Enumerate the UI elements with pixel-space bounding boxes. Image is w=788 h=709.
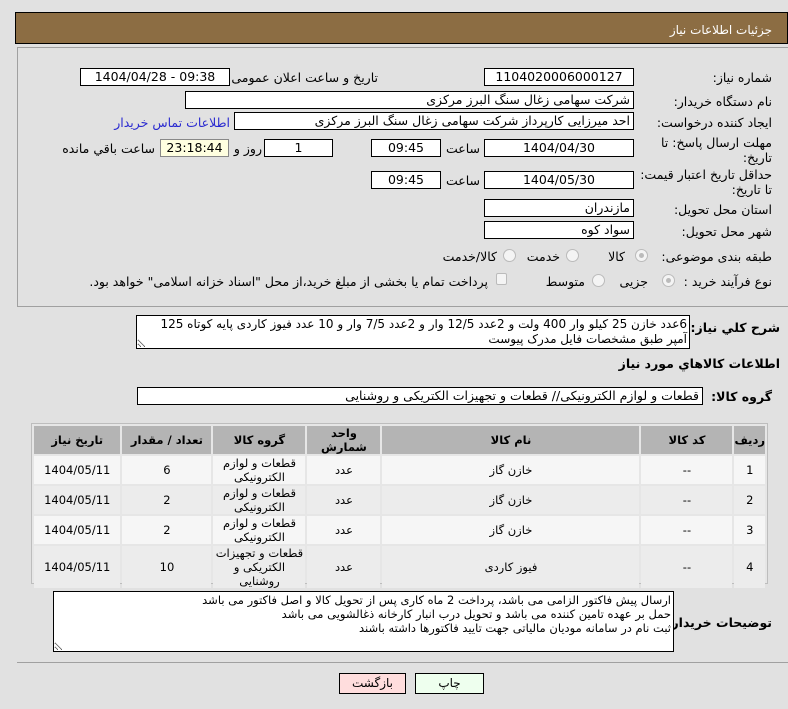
process-minor-radio[interactable] (662, 274, 675, 287)
row-qty: 2 (122, 486, 212, 514)
validity-date-field: 1404/05/30 (484, 171, 634, 189)
row-code: -- (641, 516, 733, 544)
row-index: 1 (734, 456, 765, 484)
validity-label: حداقل تاریخ اعتبار قیمت: تا تاریخ: (640, 167, 772, 197)
divider (17, 662, 788, 663)
goods-table-container: ردیف کد کالا نام کالا واحد شمارش گروه کا… (31, 423, 768, 588)
buyer-field: شرکت سهامی زغال سنگ البرز مرکزی (185, 91, 634, 109)
col-name: نام کالا (382, 426, 640, 454)
days-label: روز و (233, 141, 262, 156)
col-code: کد کالا (641, 426, 733, 454)
deadline-time-field: 09:45 (371, 139, 441, 157)
validity-time-field: 09:45 (371, 171, 441, 189)
row-code: -- (641, 546, 733, 588)
print-button[interactable]: چاپ (415, 673, 484, 694)
buyer-contact-link[interactable]: اطلاعات تماس خریدار (114, 115, 230, 130)
days-remaining-field: 1 (264, 139, 333, 157)
row-name: خازن گاز (382, 456, 640, 484)
category-goods-radio[interactable] (635, 249, 648, 262)
description-textarea[interactable]: 6عدد خازن 25 کیلو وار 400 ولت و 2عدد 12/… (136, 315, 690, 349)
validity-time-label: ساعت (445, 173, 480, 188)
row-index: 3 (734, 516, 765, 544)
row-index: 2 (734, 486, 765, 514)
row-group: قطعات و لوازم الکترونیکی (213, 516, 306, 544)
row-code: -- (641, 486, 733, 514)
category-label: طبقه بندی موضوعی: (661, 249, 772, 264)
process-label: نوع فرآیند خرید : (683, 274, 772, 289)
goods-heading: اطلاعات كالاهاي مورد نياز (618, 356, 780, 371)
row-date: 1404/05/11 (34, 456, 121, 484)
countdown-field: 23:18:44 (160, 139, 229, 157)
row-code: -- (641, 456, 733, 484)
row-date: 1404/05/11 (34, 546, 121, 588)
row-name: خازن گاز (382, 516, 640, 544)
category-service-label: خدمت (526, 249, 560, 264)
goods-table: ردیف کد کالا نام کالا واحد شمارش گروه کا… (32, 424, 767, 590)
table-row: 4 -- فیوز کاردی عدد قطعات و تجهیزات الکت… (34, 546, 765, 588)
process-medium-label: متوسط (545, 274, 585, 289)
remaining-label: ساعت باقي مانده (62, 141, 155, 156)
buyer-label: نام دستگاه خریدار: (673, 94, 772, 109)
process-minor-label: جزیی (619, 274, 648, 289)
col-date: تاریخ نیاز (34, 426, 121, 454)
treasury-payment-note: پرداخت تمام یا بخشی از مبلغ خرید،از محل … (89, 274, 488, 289)
category-service-radio[interactable] (566, 249, 579, 262)
deadline-time-label: ساعت (445, 141, 480, 156)
col-row: ردیف (734, 426, 765, 454)
need-number-label: شماره نیاز: (712, 70, 772, 85)
announce-label: تاریخ و ساعت اعلان عمومی: (227, 70, 378, 85)
col-group: گروه کالا (213, 426, 306, 454)
row-date: 1404/05/11 (34, 516, 121, 544)
city-label: شهر محل تحویل: (681, 224, 772, 239)
deadline-date-field: 1404/04/30 (484, 139, 634, 157)
row-index: 4 (734, 546, 765, 588)
buyer-notes-textarea[interactable]: ارسال پیش فاکتور الزامی می باشد، پرداخت … (53, 591, 674, 652)
page-title: جزئیات اطلاعات نیاز (669, 23, 772, 37)
category-both-radio[interactable] (503, 249, 516, 262)
row-date: 1404/05/11 (34, 486, 121, 514)
row-unit: عدد (307, 516, 381, 544)
row-name: فیوز کاردی (382, 546, 640, 588)
category-goods-label: کالا (608, 249, 625, 264)
deadline-label: مهلت ارسال پاسخ: تا تاریخ: (661, 135, 772, 165)
page-header: جزئیات اطلاعات نیاز (15, 12, 788, 44)
buyer-notes-label: توضیحات خریدار: (666, 615, 772, 630)
row-unit: عدد (307, 486, 381, 514)
row-unit: عدد (307, 456, 381, 484)
province-field: مازندران (484, 199, 634, 217)
row-qty: 6 (122, 456, 212, 484)
back-button[interactable]: بازگشت (339, 673, 406, 694)
row-qty: 2 (122, 516, 212, 544)
col-unit: واحد شمارش (307, 426, 381, 454)
description-label: شرح كلي نياز: (690, 320, 780, 335)
row-group: قطعات و لوازم الکترونیکی (213, 456, 306, 484)
row-group: قطعات و تجهیزات الکتریکی و روشنایی (213, 546, 306, 588)
province-label: استان محل تحویل: (673, 202, 772, 217)
need-number-field: 1104020006000127 (484, 68, 634, 86)
table-row: 1 -- خازن گاز عدد قطعات و لوازم الکترونی… (34, 456, 765, 484)
col-qty: تعداد / مقدار (122, 426, 212, 454)
row-unit: عدد (307, 546, 381, 588)
table-row: 2 -- خازن گاز عدد قطعات و لوازم الکترونی… (34, 486, 765, 514)
announce-field: 1404/04/28 - 09:38 (80, 68, 230, 86)
process-medium-radio[interactable] (592, 274, 605, 287)
table-row: 3 -- خازن گاز عدد قطعات و لوازم الکترونی… (34, 516, 765, 544)
creator-field: احد میرزایی کارپرداز شرکت سهامی زغال سنگ… (234, 112, 634, 130)
treasury-payment-checkbox[interactable] (496, 273, 507, 285)
row-group: قطعات و لوازم الکترونیکی (213, 486, 306, 514)
row-qty: 10 (122, 546, 212, 588)
row-name: خازن گاز (382, 486, 640, 514)
category-both-label: کالا/خدمت (442, 249, 497, 264)
creator-label: ایجاد کننده درخواست: (656, 115, 772, 130)
goods-group-label: گروه کالا: (711, 389, 772, 404)
goods-group-field: قطعات و لوازم الکترونیکی// قطعات و تجهیز… (137, 387, 703, 405)
city-field: سواد کوه (484, 221, 634, 239)
